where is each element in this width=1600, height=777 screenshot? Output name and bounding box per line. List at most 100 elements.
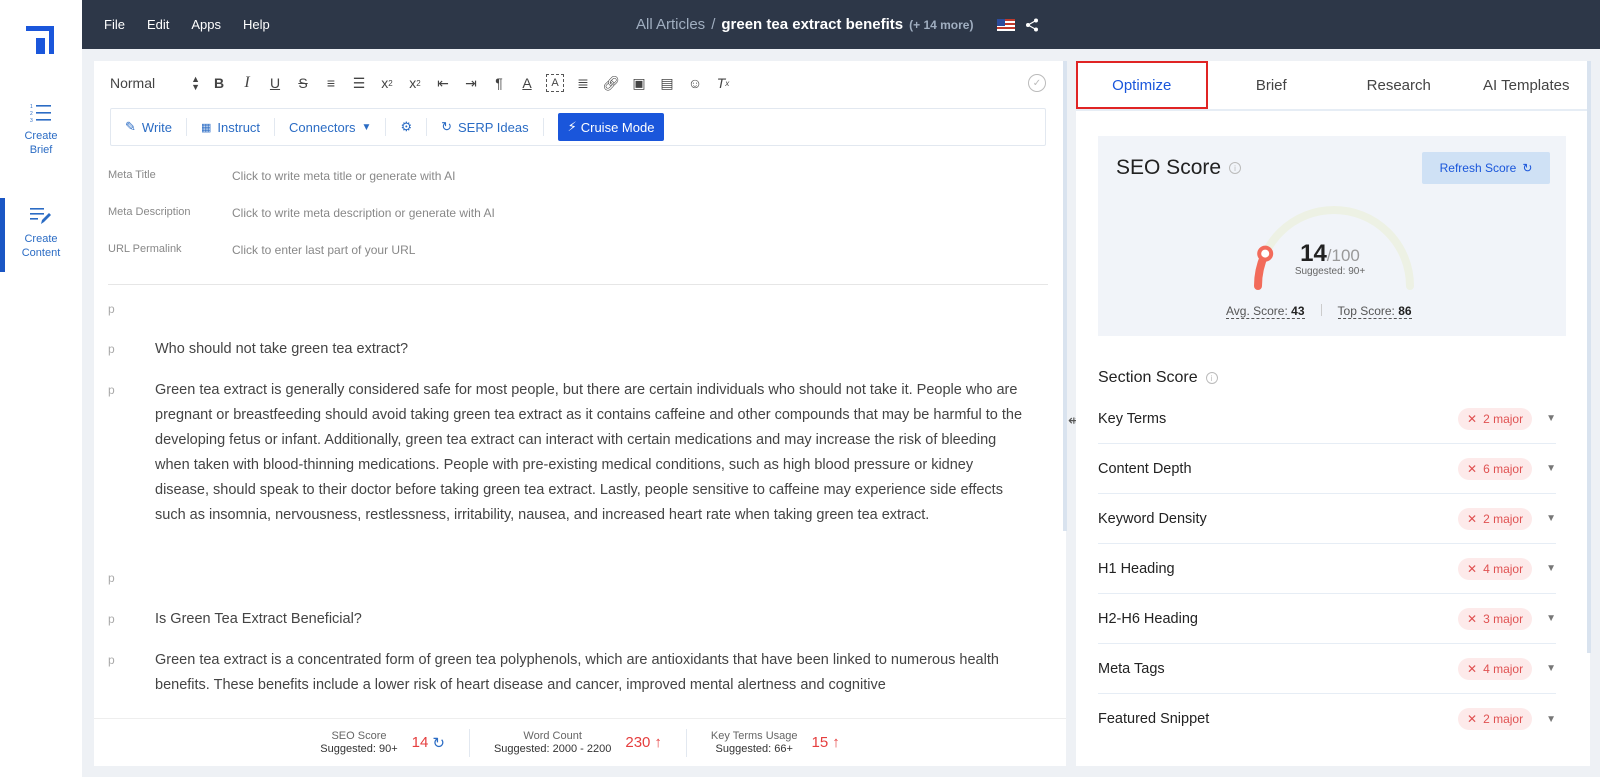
status-badge: ✕ 6 major (1458, 457, 1533, 480)
check-circle-icon[interactable]: ✓ (1028, 74, 1046, 92)
chevron-down-icon[interactable]: ▼ (1546, 463, 1556, 474)
section-row-content-depth[interactable]: Content Depth ✕ 6 major ▼ (1098, 444, 1556, 494)
paragraph-block[interactable]: p Who should not take green tea extract? (108, 337, 1028, 362)
paragraph-block[interactable]: p Green tea extract is a concentrated fo… (108, 648, 1028, 698)
section-score-heading: Section Score (1098, 369, 1198, 386)
bullet-list-icon[interactable]: ☰ (350, 74, 368, 92)
bold-icon[interactable]: B (210, 74, 228, 92)
more-articles-count[interactable]: (+ 14 more) (909, 18, 973, 32)
paragraph-text[interactable]: Who should not take green tea extract? (155, 337, 1025, 362)
x-icon: ✕ (1467, 411, 1478, 426)
section-row-keyword-density[interactable]: Keyword Density ✕ 2 major ▼ (1098, 494, 1556, 544)
indent-icon[interactable]: ⇥ (462, 74, 480, 92)
stats-bar: SEO Score Suggested: 90+ 14 ↻ Word Count… (94, 718, 1066, 766)
info-icon[interactable]: i (1205, 371, 1218, 384)
image-icon[interactable]: ▣ (630, 74, 648, 92)
editor-scrollbar[interactable] (1063, 61, 1067, 531)
outdent-icon[interactable]: ⇤ (434, 74, 452, 92)
tab-optimize[interactable]: Optimize (1076, 61, 1208, 109)
block-tag-label: p (108, 653, 115, 667)
panel-scrollbar[interactable] (1587, 61, 1591, 653)
score-suggested: Suggested: 90+ (1294, 266, 1366, 277)
paragraph-text[interactable]: Green tea extract is a concentrated form… (155, 648, 1025, 698)
meta-description-input[interactable]: Click to write meta description or gener… (232, 206, 495, 220)
url-permalink-input[interactable]: Click to enter last part of your URL (232, 243, 415, 257)
app-logo-icon[interactable] (26, 26, 54, 54)
menu-apps[interactable]: Apps (191, 17, 221, 32)
underline-icon[interactable]: U (266, 74, 284, 92)
paragraph-text[interactable] (155, 566, 1025, 591)
serp-ideas-button[interactable]: ↻ SERP Ideas (427, 118, 544, 136)
paragraph-text[interactable]: Is Green Tea Extract Beneficial? (155, 607, 1025, 632)
paragraph-text[interactable]: Green tea extract is generally considere… (155, 378, 1025, 528)
menu-file[interactable]: File (104, 17, 125, 32)
paragraph-block[interactable]: p Green tea extract is generally conside… (108, 378, 1028, 528)
sidebar-item-create-content[interactable]: Create Content (0, 198, 82, 272)
current-article-title[interactable]: green tea extract benefits (721, 16, 903, 33)
lightning-icon: ⚡︎ (567, 119, 577, 134)
sidebar-item-create-brief[interactable]: 1 2 3 Create Brief (0, 103, 82, 157)
tab-research[interactable]: Research (1335, 61, 1463, 109)
top-score[interactable]: Top Score: 86 (1337, 304, 1412, 319)
menu-edit[interactable]: Edit (147, 17, 169, 32)
write-label: Write (141, 119, 173, 135)
subscript-icon[interactable]: x2 (378, 74, 396, 92)
refresh-score-button[interactable]: Refresh Score ↻ (1422, 152, 1550, 184)
highlight-icon[interactable]: A (546, 74, 564, 92)
section-name: H1 Heading (1098, 560, 1175, 577)
section-row-key-terms[interactable]: Key Terms ✕ 2 major ▼ (1098, 394, 1556, 444)
avg-score[interactable]: Avg. Score: 43 (1226, 304, 1305, 319)
instruct-button[interactable]: ▦ Instruct (187, 118, 276, 136)
tab-brief[interactable]: Brief (1208, 61, 1336, 109)
section-row-meta-tags[interactable]: Meta Tags ✕ 4 major ▼ (1098, 644, 1556, 694)
meta-title-row[interactable]: Meta Title Click to write meta title or … (108, 169, 455, 183)
cruise-mode-button[interactable]: ⚡︎ Cruise Mode (557, 113, 665, 141)
block-tag-label: p (108, 612, 115, 626)
font-color-icon[interactable]: A (518, 74, 536, 92)
clear-format-icon[interactable]: Tx (714, 74, 732, 92)
meta-description-row[interactable]: Meta Description Click to write meta des… (108, 206, 495, 220)
ordered-list-icon[interactable]: ≡ (322, 74, 340, 92)
tab-ai-templates[interactable]: AI Templates (1463, 61, 1591, 109)
top-bar: File Edit Apps Help All Articles / green… (82, 0, 1600, 49)
refresh-icon[interactable]: ↻ (432, 734, 445, 752)
section-row-h2-h6-heading[interactable]: H2-H6 Heading ✕ 3 major ▼ (1098, 594, 1556, 644)
info-icon[interactable]: i (1229, 162, 1242, 175)
write-button[interactable]: ✎ Write (111, 118, 188, 136)
paragraph-block[interactable]: p (108, 566, 1028, 591)
section-row-featured-snippet[interactable]: Featured Snippet ✕ 2 major ▼ (1098, 694, 1556, 744)
chevron-down-icon[interactable]: ▼ (1546, 513, 1556, 524)
superscript-icon[interactable]: x2 (406, 74, 424, 92)
chevron-down-icon[interactable]: ▼ (1546, 413, 1556, 424)
section-name: Key Terms (1098, 410, 1167, 427)
strikethrough-icon[interactable]: S (294, 74, 312, 92)
share-icon[interactable] (1025, 18, 1039, 32)
stat-seo-score: SEO Score Suggested: 90+ 14 ↻ (296, 728, 470, 757)
chevron-down-icon[interactable]: ▼ (1546, 613, 1556, 624)
paragraph-text[interactable] (155, 297, 1025, 322)
settings-button[interactable]: ⚙ (386, 118, 428, 136)
block-format-select[interactable]: Normal ▲ ▼ (110, 75, 200, 92)
section-name: Content Depth (1098, 460, 1192, 477)
url-permalink-row[interactable]: URL Permalink Click to enter last part o… (108, 243, 415, 257)
connectors-label: Connectors (289, 119, 356, 135)
us-flag-icon[interactable] (997, 18, 1016, 31)
italic-icon[interactable]: I (238, 74, 256, 92)
menu-help[interactable]: Help (243, 17, 270, 32)
paragraph-block[interactable]: p (108, 297, 1028, 322)
chevron-down-icon[interactable]: ▼ (1546, 714, 1556, 725)
chevron-down-icon[interactable]: ▼ (1546, 663, 1556, 674)
emoji-icon[interactable]: ☺ (686, 74, 704, 92)
status-badge: ✕ 4 major (1458, 557, 1533, 580)
chevron-down-icon[interactable]: ▼ (1546, 563, 1556, 574)
paragraph-direction-icon[interactable]: ¶ (490, 74, 508, 92)
connectors-dropdown[interactable]: Connectors ▼ (275, 118, 387, 136)
paragraph-block[interactable]: p Is Green Tea Extract Beneficial? (108, 607, 1028, 632)
breadcrumb-all-articles[interactable]: All Articles (636, 16, 705, 33)
meta-title-input[interactable]: Click to write meta title or generate wi… (232, 169, 455, 183)
align-icon[interactable]: ≣ (574, 74, 592, 92)
x-icon: ✕ (1467, 511, 1478, 526)
link-icon[interactable]: 🔗︎ (602, 74, 620, 92)
video-icon[interactable]: ▤ (658, 74, 676, 92)
section-row-h1-heading[interactable]: H1 Heading ✕ 4 major ▼ (1098, 544, 1556, 594)
